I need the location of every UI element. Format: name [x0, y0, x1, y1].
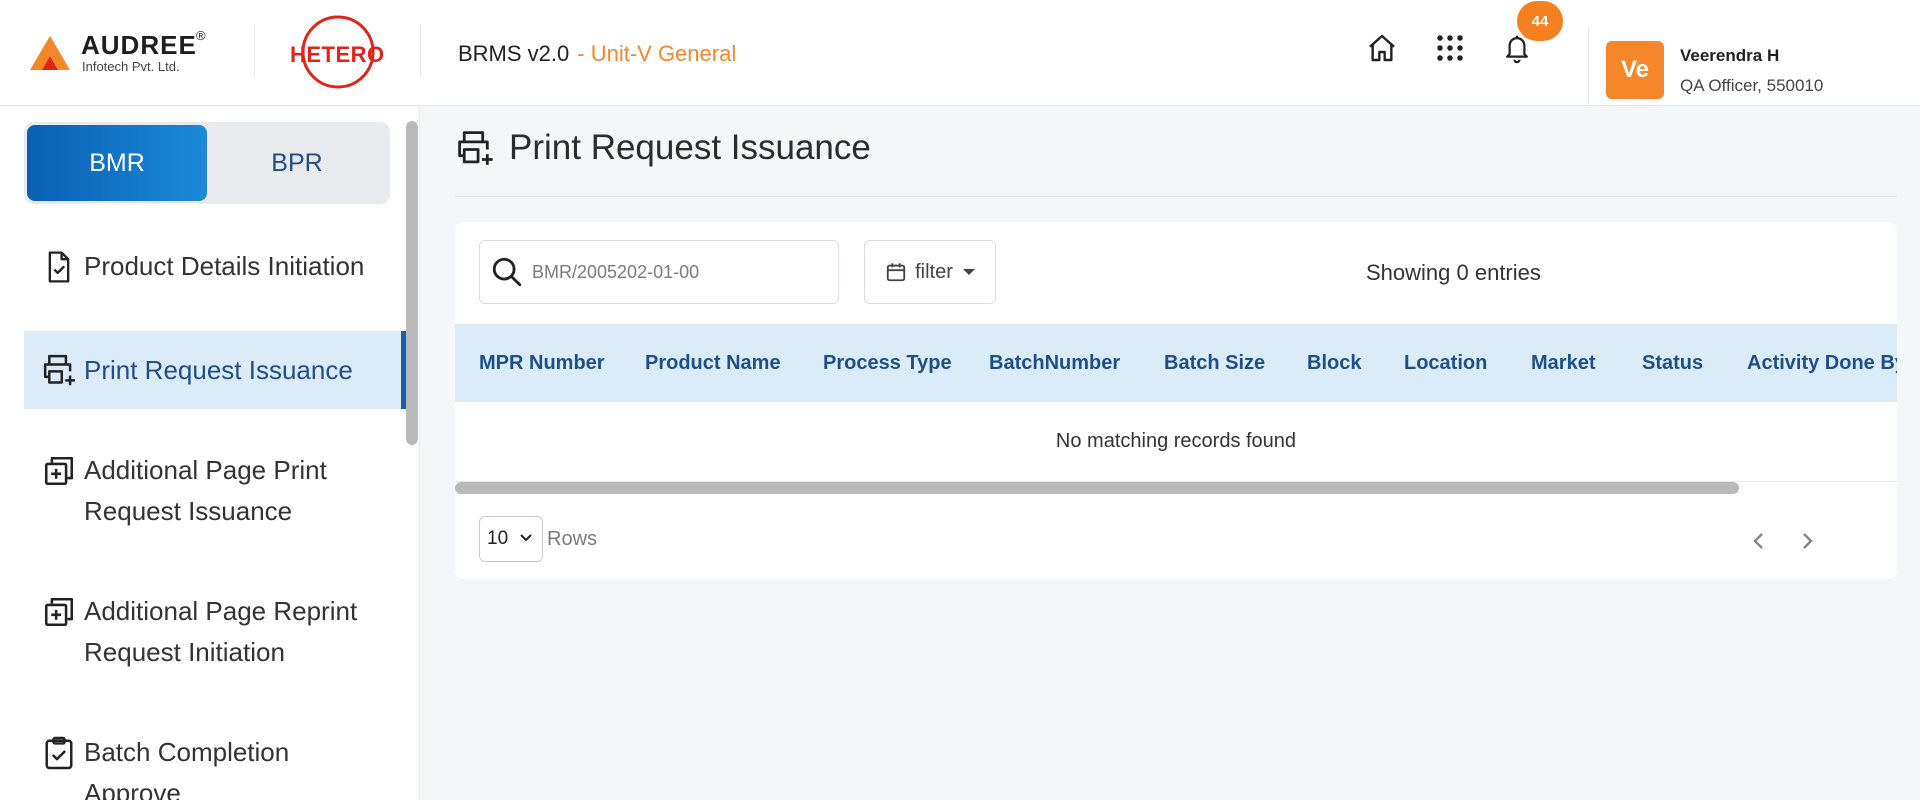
app-name: BRMS v2.0	[458, 41, 570, 66]
hetero-logo-text: HETERO	[290, 42, 385, 67]
page-title: Print Request Issuance	[509, 128, 871, 167]
column-header-market[interactable]: Market	[1531, 352, 1595, 375]
table-header: MPR Number Product Name Process Type Bat…	[455, 324, 1897, 402]
add-page-icon	[40, 452, 78, 490]
brand-registered-mark: ®	[196, 28, 206, 43]
unit-name: - Unit-V General	[577, 41, 737, 66]
bmr-bpr-toggle: BMR BPR	[24, 122, 390, 204]
rows-per-page-select[interactable]: 10	[479, 516, 543, 562]
search-icon	[492, 257, 522, 287]
column-header-batch-size[interactable]: Batch Size	[1164, 352, 1265, 375]
search-input[interactable]	[532, 261, 822, 283]
apps-grid-button[interactable]	[1432, 30, 1468, 66]
home-icon	[1369, 34, 1395, 62]
previous-page-button[interactable]	[1747, 529, 1771, 553]
audree-logo-mark-icon	[30, 36, 70, 70]
sidebar-item-label: Additional Page Print Request Issuance	[84, 455, 327, 526]
table-horizontal-scrollbar[interactable]	[455, 482, 1739, 494]
filter-button[interactable]: filter	[864, 240, 996, 304]
empty-table-message: No matching records found	[455, 402, 1897, 482]
sidebar-item-batch-completion-approve[interactable]: Batch Completion Approve	[24, 732, 406, 800]
hetero-logo: HETERO	[288, 14, 384, 90]
avatar[interactable]: Ve	[1606, 41, 1664, 99]
header-divider	[1588, 26, 1589, 106]
user-name[interactable]: Veerendra H	[1680, 46, 1779, 66]
header-divider	[420, 24, 421, 78]
brand-name: AUDREE	[81, 30, 197, 60]
bmr-tab[interactable]: BMR	[27, 125, 207, 201]
sidebar: BMR BPR Product Details Initiation Print…	[0, 107, 420, 800]
brand-subtitle: Infotech Pvt. Ltd.	[82, 59, 180, 74]
entries-count: Showing 0 entries	[1366, 260, 1541, 285]
sidebar-item-product-details-initiation[interactable]: Product Details Initiation	[24, 246, 406, 306]
user-role: QA Officer, 550010	[1680, 76, 1824, 95]
audree-logo[interactable]: AUDREE ® Infotech Pvt. Ltd.	[30, 28, 220, 78]
rows-per-page-value: 10	[487, 528, 509, 549]
bpr-tab[interactable]: BPR	[207, 125, 387, 201]
clipboard-check-icon	[40, 734, 78, 772]
caret-down-icon	[962, 269, 975, 275]
results-card: filter Showing 0 entries MPR Number Prod…	[455, 222, 1897, 579]
column-header-location[interactable]: Location	[1404, 352, 1487, 375]
sidebar-item-print-request-issuance[interactable]: Print Request Issuance	[24, 331, 406, 409]
apps-grid-icon	[1437, 35, 1463, 61]
chevron-down-icon	[520, 534, 532, 542]
app-title: BRMS v2.0 - Unit-V General	[458, 41, 736, 67]
next-page-button[interactable]	[1795, 529, 1819, 553]
column-header-status[interactable]: Status	[1642, 352, 1703, 375]
sidebar-item-additional-page-reprint-request-initiation[interactable]: Additional Page Reprint Request Initiati…	[24, 591, 406, 677]
search-field[interactable]	[479, 240, 839, 304]
sidebar-item-additional-page-print-request-issuance[interactable]: Additional Page Print Request Issuance	[24, 450, 406, 536]
top-header: AUDREE ® Infotech Pvt. Ltd. HETERO BRMS …	[0, 0, 1920, 106]
page-header: Print Request Issuance	[455, 128, 871, 168]
header-divider	[254, 24, 255, 78]
sidebar-item-label: Print Request Issuance	[84, 354, 353, 385]
column-header-batch-number[interactable]: BatchNumber	[989, 352, 1120, 375]
column-header-block[interactable]: Block	[1307, 352, 1361, 375]
calendar-icon	[886, 263, 906, 282]
column-header-mpr-number[interactable]: MPR Number	[479, 352, 605, 375]
sidebar-scrollbar[interactable]	[406, 121, 418, 445]
column-header-product-name[interactable]: Product Name	[645, 352, 781, 375]
home-button[interactable]	[1364, 30, 1400, 66]
divider	[455, 196, 1897, 197]
chevron-left-icon	[1753, 533, 1763, 549]
sidebar-item-label: Product Details Initiation	[84, 251, 365, 281]
sidebar-item-label: Additional Page Reprint Request Initiati…	[84, 596, 358, 667]
column-header-process-type[interactable]: Process Type	[823, 352, 952, 375]
printer-plus-icon	[40, 351, 78, 389]
chevron-right-icon	[1803, 533, 1813, 549]
printer-plus-icon	[458, 131, 493, 165]
file-check-icon	[40, 248, 78, 286]
add-page-icon	[40, 593, 78, 631]
notification-count-badge: 44	[1517, 1, 1563, 41]
sidebar-item-label: Batch Completion Approve	[84, 737, 290, 800]
rows-label: Rows	[547, 528, 598, 550]
filter-label: filter	[915, 260, 953, 283]
column-header-activity-done-by[interactable]: Activity Done By	[1747, 352, 1897, 375]
